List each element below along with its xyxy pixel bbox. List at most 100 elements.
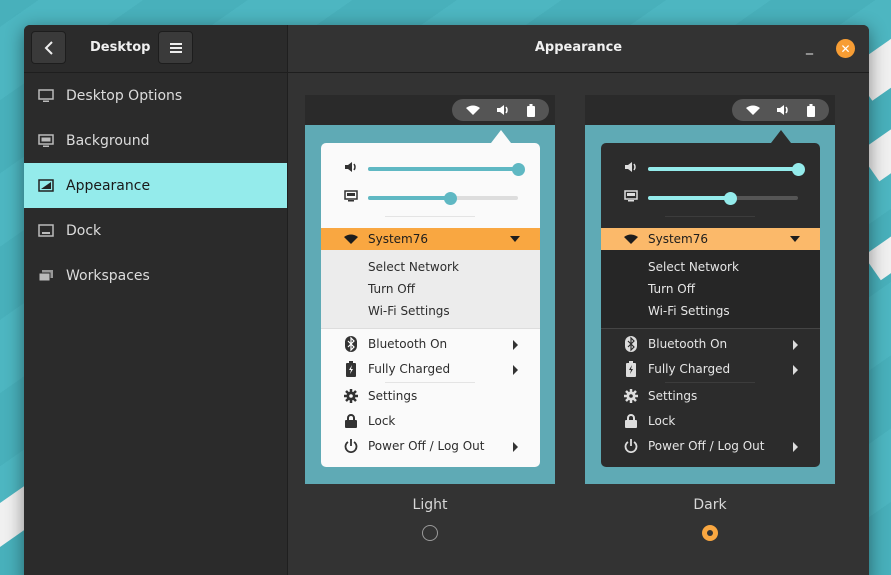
dark-radio[interactable] [702, 525, 718, 541]
hamburger-icon [169, 42, 182, 53]
display-icon [343, 188, 359, 204]
menu-button[interactable] [158, 31, 193, 64]
chevron-right-icon [513, 442, 518, 452]
battery-label: Fully Charged [368, 362, 451, 376]
brightness-knob[interactable] [444, 192, 457, 205]
bluetooth-item[interactable]: Bluetooth On [601, 332, 820, 356]
menu-pointer [491, 130, 511, 143]
sidebar-item-label: Workspaces [66, 267, 150, 284]
wifi-settings-item[interactable]: Wi-Fi Settings [648, 303, 820, 325]
network-name: System76 [648, 232, 709, 246]
chevron-right-icon [513, 340, 518, 350]
light-theme-preview[interactable]: System76 Select Network Turn Off Wi-Fi S… [305, 95, 555, 484]
volume-icon [777, 105, 789, 115]
dock-icon [38, 223, 54, 238]
sidebar-item-label: Desktop Options [66, 87, 183, 104]
battery-item[interactable]: Fully Charged [321, 357, 540, 381]
bluetooth-item[interactable]: Bluetooth On [321, 332, 540, 356]
network-row[interactable]: System76 [601, 228, 820, 250]
bluetooth-icon [343, 336, 359, 352]
status-indicators [732, 99, 829, 121]
main-header: Appearance _ ✕ [288, 25, 869, 73]
bluetooth-label: Bluetooth On [648, 337, 728, 351]
lock-icon [343, 413, 359, 429]
volume-fill [648, 167, 798, 171]
preview-top-bar [585, 95, 835, 125]
light-panel-menu: System76 Select Network Turn Off Wi-Fi S… [321, 143, 540, 467]
sidebar-item-background[interactable]: Background [24, 118, 287, 163]
network-submenu: Select Network Turn Off Wi-Fi Settings [321, 250, 540, 328]
preview-top-bar [305, 95, 555, 125]
minimize-button[interactable]: _ [806, 39, 813, 55]
brightness-slider[interactable] [321, 188, 540, 208]
dark-theme-preview[interactable]: System76 Select Network Turn Off Wi-Fi S… [585, 95, 835, 484]
select-network-item[interactable]: Select Network [648, 259, 820, 281]
network-name: System76 [368, 232, 429, 246]
wifi-icon [746, 105, 761, 115]
brightness-knob[interactable] [724, 192, 737, 205]
chevron-down-icon [510, 236, 520, 242]
sidebar-item-workspaces[interactable]: Workspaces [24, 253, 287, 298]
brightness-slider[interactable] [601, 188, 820, 208]
gear-icon [623, 388, 639, 404]
wifi-settings-item[interactable]: Wi-Fi Settings [368, 303, 540, 325]
volume-slider[interactable] [601, 159, 820, 179]
monitor-icon [38, 88, 54, 103]
gear-icon [343, 388, 359, 404]
lock-icon [623, 413, 639, 429]
select-network-item[interactable]: Select Network [368, 259, 540, 281]
close-button[interactable]: ✕ [836, 39, 855, 58]
power-label: Power Off / Log Out [368, 439, 485, 453]
volume-icon [343, 159, 359, 175]
volume-fill [368, 167, 518, 171]
power-item[interactable]: Power Off / Log Out [601, 434, 820, 458]
volume-knob[interactable] [511, 163, 525, 176]
battery-item[interactable]: Fully Charged [601, 357, 820, 381]
page-title: Appearance [534, 40, 623, 55]
settings-item[interactable]: Settings [601, 384, 820, 408]
lock-item[interactable]: Lock [321, 409, 540, 433]
bluetooth-icon [623, 336, 639, 352]
sidebar-item-desktop-options[interactable]: Desktop Options [24, 73, 287, 118]
battery-icon [806, 103, 815, 117]
lock-item[interactable]: Lock [601, 409, 820, 433]
network-row[interactable]: System76 [321, 228, 540, 250]
dark-panel-menu: System76 Select Network Turn Off Wi-Fi S… [601, 143, 820, 467]
settings-label: Settings [368, 389, 418, 403]
brightness-fill [648, 196, 731, 200]
power-icon [623, 438, 639, 454]
battery-label: Fully Charged [648, 362, 731, 376]
volume-slider[interactable] [321, 159, 540, 179]
chevron-right-icon [793, 442, 798, 452]
settings-window: Desktop Desktop Options Background Appea… [24, 25, 869, 575]
sidebar-item-dock[interactable]: Dock [24, 208, 287, 253]
turn-off-item[interactable]: Turn Off [368, 281, 540, 303]
volume-knob[interactable] [791, 163, 805, 176]
wifi-icon [343, 231, 359, 247]
sidebar-title: Desktop [90, 40, 151, 55]
volume-icon [497, 105, 509, 115]
menu-pointer [771, 130, 791, 143]
battery-charged-icon [623, 361, 639, 377]
chevron-left-icon [44, 40, 53, 55]
display-icon [623, 188, 639, 204]
battery-charged-icon [343, 361, 359, 377]
settings-label: Settings [648, 389, 698, 403]
lock-label: Lock [368, 414, 396, 428]
sidebar-nav: Desktop Options Background Appearance Do… [24, 73, 287, 298]
light-radio[interactable] [422, 525, 438, 541]
power-icon [343, 438, 359, 454]
settings-item[interactable]: Settings [321, 384, 540, 408]
sidebar-header: Desktop [24, 25, 287, 73]
battery-icon [526, 103, 535, 117]
chevron-right-icon [513, 365, 518, 375]
turn-off-item[interactable]: Turn Off [648, 281, 820, 303]
sidebar-item-appearance[interactable]: Appearance [24, 163, 287, 208]
network-submenu: Select Network Turn Off Wi-Fi Settings [601, 250, 820, 328]
power-item[interactable]: Power Off / Log Out [321, 434, 540, 458]
status-indicators [452, 99, 549, 121]
appearance-icon [38, 178, 54, 193]
bluetooth-label: Bluetooth On [368, 337, 448, 351]
light-option-label: Light [412, 497, 448, 513]
back-button[interactable] [31, 31, 66, 64]
